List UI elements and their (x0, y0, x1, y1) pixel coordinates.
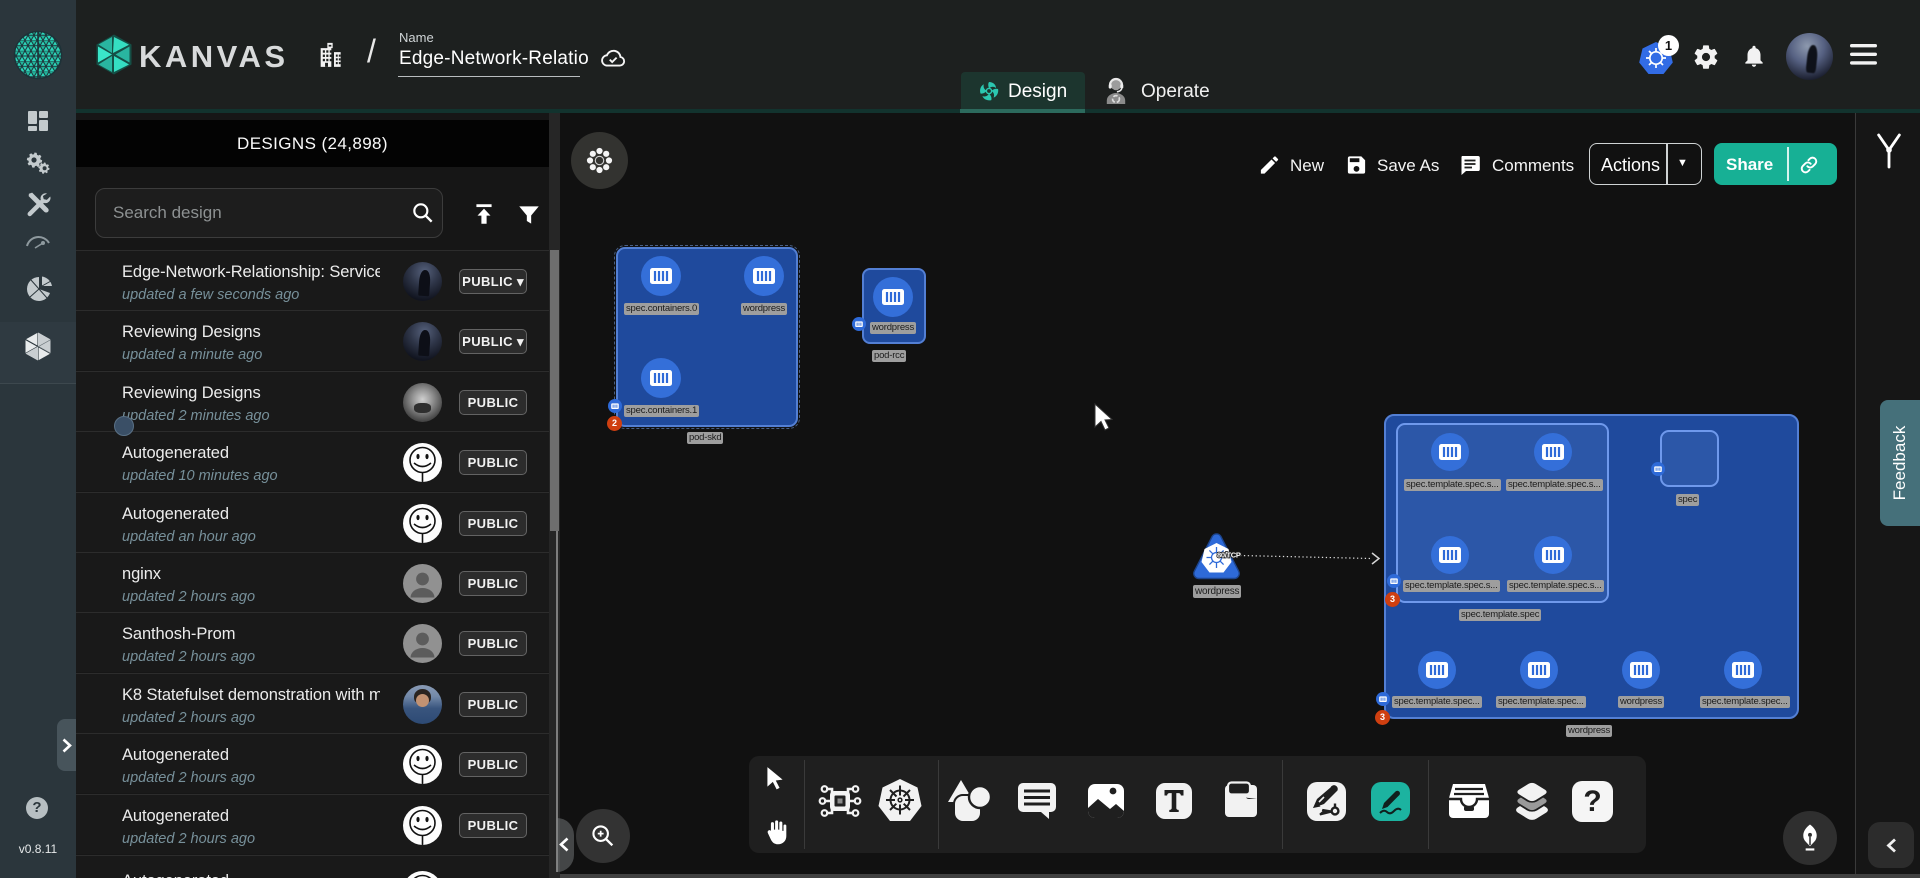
svg-text:80/TCP: 80/TCP (1217, 551, 1241, 560)
